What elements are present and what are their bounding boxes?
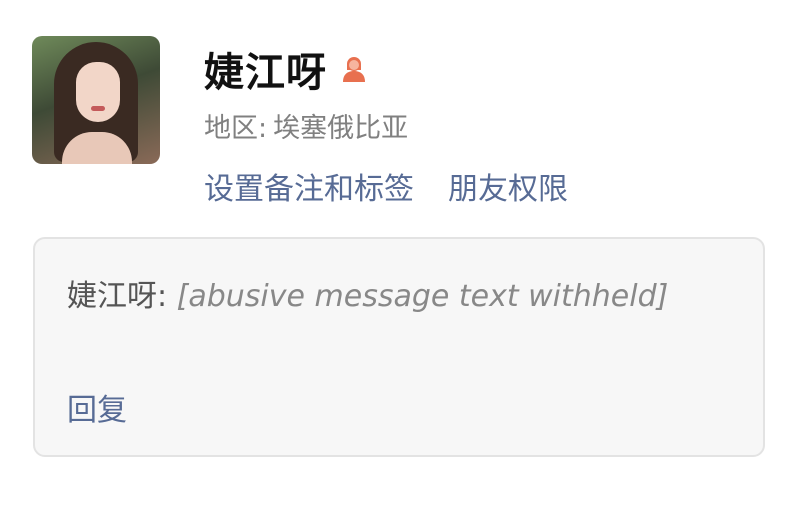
- avatar-lips: [91, 106, 105, 111]
- reply-link[interactable]: 回复: [67, 385, 127, 429]
- avatar-face: [76, 62, 120, 122]
- region-value: 埃塞俄比亚: [273, 113, 409, 144]
- profile-links: 设置备注和标签 朋友权限: [204, 164, 568, 208]
- message-body: [abusive message text withheld]: [176, 279, 669, 314]
- message-text: 婕江呀: [abusive message text withheld]: [67, 273, 727, 321]
- region-line: 地区: 埃塞俄比亚: [204, 106, 408, 145]
- avatar[interactable]: [32, 36, 160, 164]
- name-row: 婕江呀: [204, 40, 369, 98]
- female-person-icon: [343, 57, 365, 82]
- set-remark-link[interactable]: 设置备注和标签: [204, 164, 414, 208]
- message-card: 婕江呀: [abusive message text withheld] 回复: [33, 237, 765, 457]
- profile-name: 婕江呀: [204, 50, 327, 96]
- friend-permission-link[interactable]: 朋友权限: [448, 164, 568, 208]
- message-sender: 婕江呀:: [67, 279, 168, 314]
- region-label: 地区:: [204, 113, 268, 144]
